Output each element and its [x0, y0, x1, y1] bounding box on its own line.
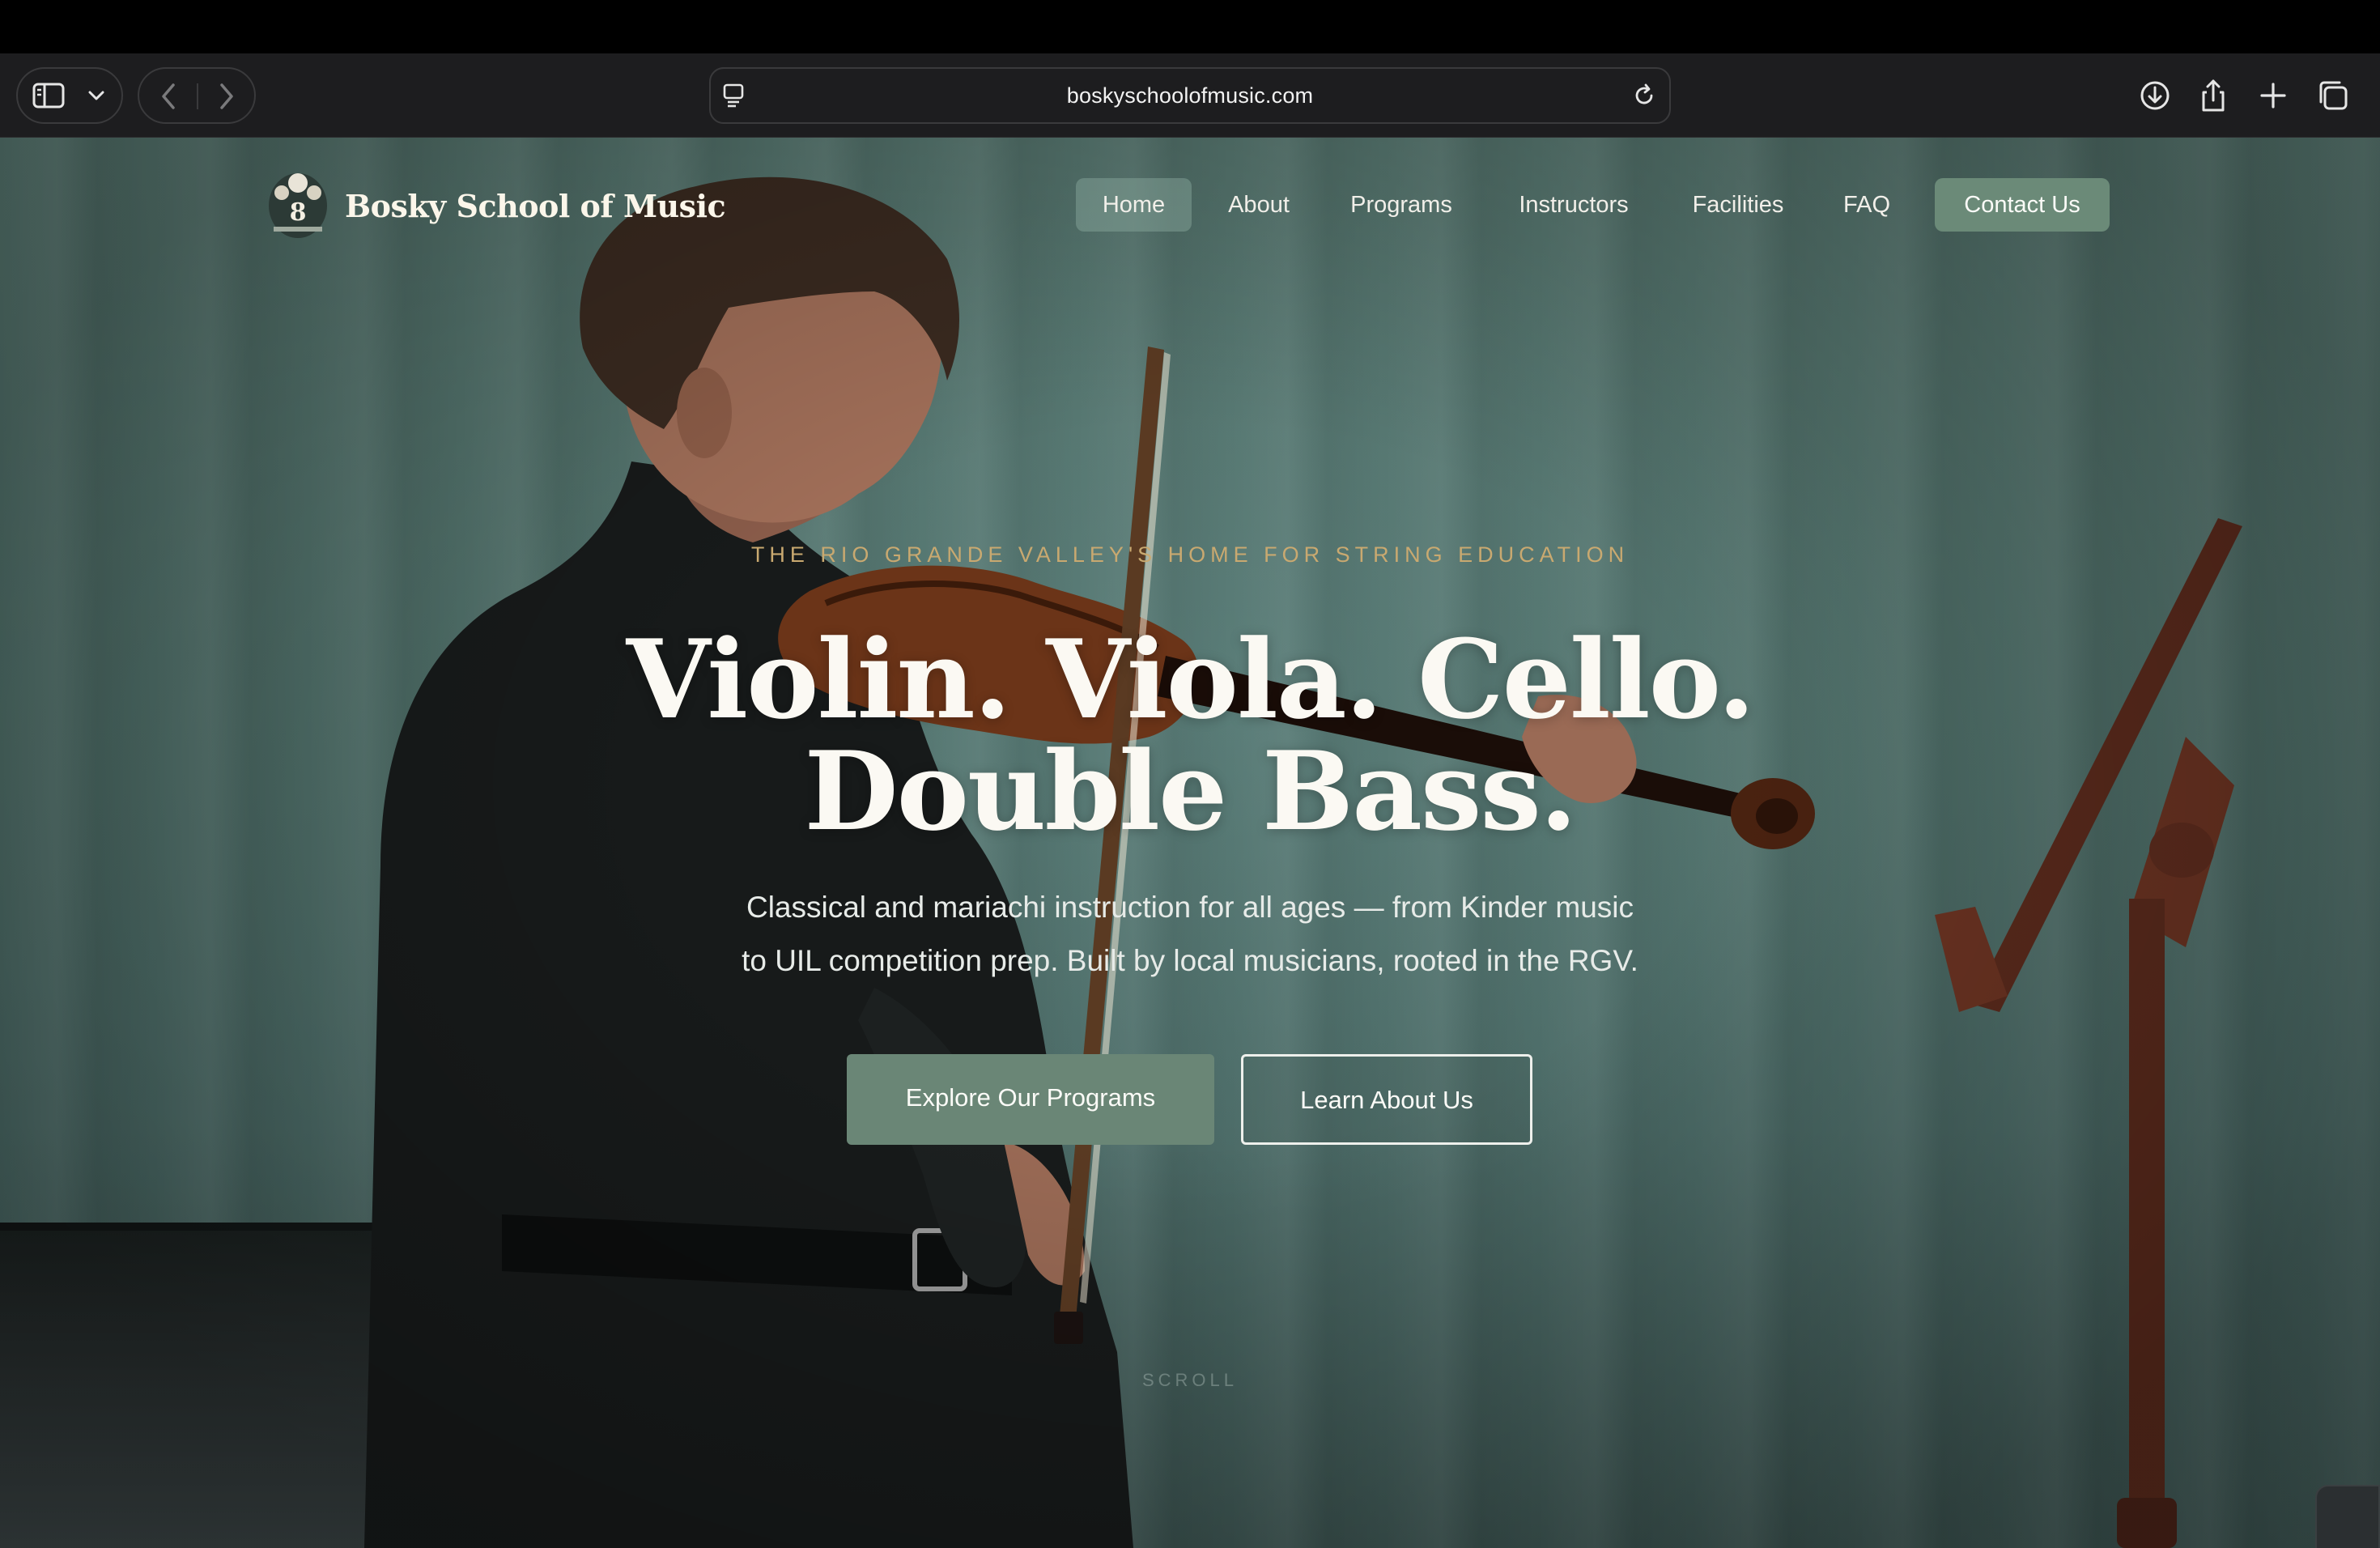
nav-faq[interactable]: FAQ: [1831, 178, 1902, 232]
brand-name[interactable]: Bosky School of Music: [345, 178, 726, 235]
sidebar-toggle-button[interactable]: [16, 67, 123, 124]
history-nav-group: [138, 67, 256, 124]
hero-subtext-line2: to UIL competition prep. Built by local …: [742, 944, 1638, 977]
nav-programs[interactable]: Programs: [1332, 178, 1470, 232]
nav-home[interactable]: Home: [1076, 178, 1192, 232]
hero-section: 8 Bosky School of Music Home About Progr…: [0, 138, 2380, 1548]
sidebar-icon: [32, 83, 65, 108]
new-tab-icon[interactable]: [2255, 78, 2291, 113]
system-top-bar: [0, 0, 2380, 53]
explore-programs-button[interactable]: Explore Our Programs: [847, 1054, 1214, 1145]
nav-contact-button[interactable]: Contact Us: [1935, 178, 2110, 232]
browser-toolbar: boskyschoolofmusic.com: [0, 53, 2380, 138]
share-icon[interactable]: [2195, 78, 2231, 113]
hero-headline-line2: Double Bass.: [804, 727, 1577, 855]
nav-divider: [197, 83, 198, 109]
learn-about-us-button[interactable]: Learn About Us: [1241, 1054, 1532, 1145]
svg-text:8: 8: [290, 198, 307, 227]
nav-about[interactable]: About: [1206, 178, 1311, 232]
school-logo-icon[interactable]: 8: [267, 170, 329, 238]
tabs-overview-icon[interactable]: [2315, 78, 2351, 113]
forward-icon[interactable]: [214, 82, 238, 111]
floating-widget-button[interactable]: [2315, 1485, 2380, 1548]
hero-subtext-line1: Classical and mariachi instruction for a…: [746, 891, 1634, 924]
url-text[interactable]: boskyschoolofmusic.com: [711, 69, 1669, 122]
hero-headline-line1: Violin. Viola. Cello.: [626, 615, 1756, 743]
back-icon[interactable]: [157, 82, 181, 111]
hero-eyebrow: THE RIO GRANDE VALLEY'S HOME FOR STRING …: [750, 542, 1630, 567]
address-bar[interactable]: boskyschoolofmusic.com: [709, 67, 1671, 124]
scroll-hint[interactable]: SCROLL: [0, 1370, 2380, 1391]
nav-facilities[interactable]: Facilities: [1674, 178, 1802, 232]
nav-instructors[interactable]: Instructors: [1502, 178, 1645, 232]
chevron-down-icon[interactable]: [87, 88, 105, 103]
download-icon[interactable]: [2137, 78, 2173, 113]
reload-icon[interactable]: [1632, 83, 1656, 108]
